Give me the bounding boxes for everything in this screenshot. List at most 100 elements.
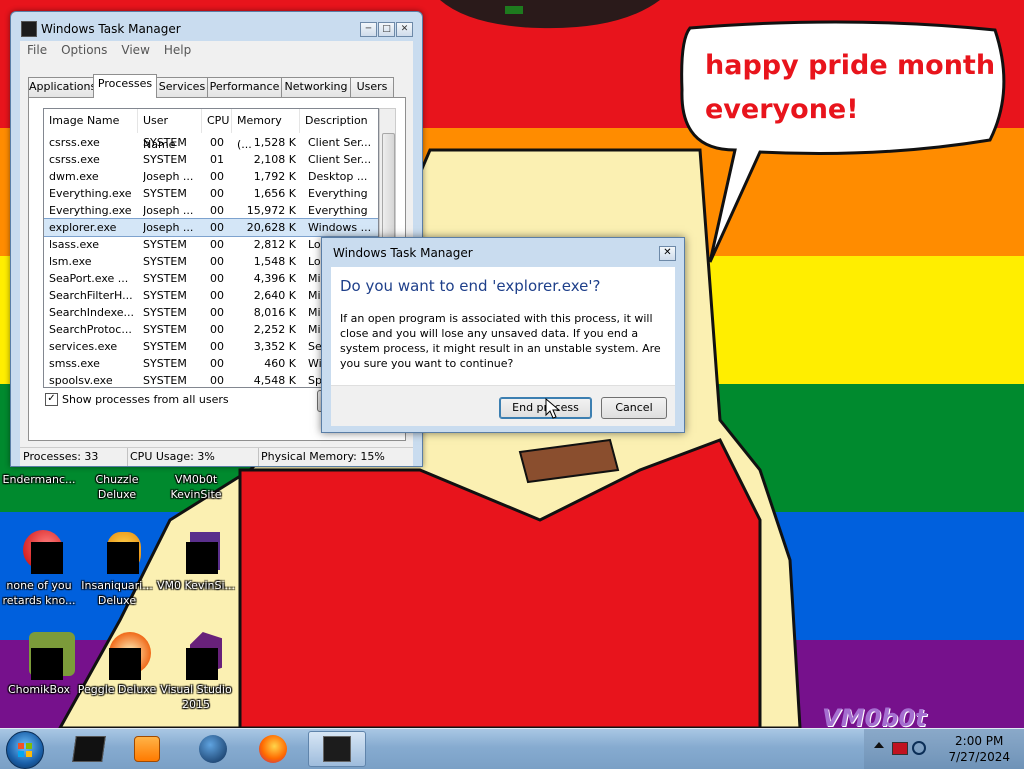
taskbar-browser[interactable] xyxy=(186,731,240,767)
column-header-image-name[interactable]: Image Name xyxy=(44,109,138,133)
process-cell-mem: 2,252 K xyxy=(253,323,296,336)
tab-users[interactable]: Users xyxy=(350,77,394,97)
desktop-icon-label: ChomikBox xyxy=(8,683,70,696)
menu-help[interactable]: Help xyxy=(157,41,198,59)
process-cell-user: SYSTEM xyxy=(143,153,187,166)
process-cell-user: Joseph ... xyxy=(143,170,194,183)
tab-applications[interactable]: Applications xyxy=(28,77,96,97)
tab-processes[interactable]: Processes xyxy=(93,74,157,98)
cancel-button[interactable]: Cancel xyxy=(601,397,667,419)
process-cell-image: smss.exe xyxy=(49,357,100,370)
scrollbar-thumb[interactable] xyxy=(382,133,395,245)
process-row[interactable]: Everything.exe Joseph ... 00 15,972 K Everyt… xyxy=(44,202,378,219)
process-cell-cpu: 00 xyxy=(210,306,224,319)
status-cpu-usage: CPU Usage: 3% xyxy=(127,448,259,466)
task-manager-icon xyxy=(21,21,37,37)
desktop-icon-label: VM0 KevinSi... xyxy=(156,579,235,592)
process-cell-image: csrss.exe xyxy=(49,153,100,166)
maximize-icon[interactable]: □ xyxy=(378,22,395,37)
desktop-icon-vm0-kevinsi[interactable]: VM0 KevinSi... xyxy=(156,528,236,593)
tab-services[interactable]: Services xyxy=(156,77,208,97)
process-row[interactable]: csrss.exe SYSTEM 00 1,528 K Client Ser... xyxy=(44,134,378,151)
menu-file[interactable]: File xyxy=(20,41,54,59)
process-cell-image: csrss.exe xyxy=(49,136,100,149)
process-cell-cpu: 00 xyxy=(210,357,224,370)
taskbar-task-manager[interactable] xyxy=(308,731,366,767)
terminal-icon xyxy=(72,736,106,762)
desktop-icon-visual-studio[interactable]: Visual Studio 2015 xyxy=(156,632,236,712)
caption-buttons: ─ □ ✕ xyxy=(360,22,413,37)
process-row[interactable]: csrss.exe SYSTEM 01 2,108 K Client Ser... xyxy=(44,151,378,168)
process-cell-cpu: 00 xyxy=(210,136,224,149)
title-bar[interactable]: Windows Task Manager ─ □ ✕ xyxy=(11,12,422,42)
menu-options[interactable]: Options xyxy=(54,41,114,59)
process-cell-user: Joseph ... xyxy=(143,221,194,234)
tray-expand-icon[interactable] xyxy=(874,742,884,748)
status-physical-memory: Physical Memory: 15% xyxy=(261,450,385,463)
dialog-title: Windows Task Manager xyxy=(333,246,473,260)
globe-icon xyxy=(199,735,227,763)
process-cell-cpu: 00 xyxy=(210,272,224,285)
process-row[interactable]: Everything.exe SYSTEM 00 1,656 K Everything xyxy=(44,185,378,202)
process-cell-user: SYSTEM xyxy=(143,238,187,251)
process-cell-mem: 20,628 K xyxy=(246,221,296,234)
app-icon xyxy=(172,632,222,680)
tab-networking[interactable]: Networking xyxy=(281,77,351,97)
desktop-icon-label: none of you retards kno... xyxy=(2,579,76,607)
tray-flag-icon[interactable] xyxy=(892,742,908,755)
desktop-icon-label: VM0b0t KevinSite xyxy=(170,473,222,501)
taskbar-media-player[interactable] xyxy=(120,731,174,767)
start-button[interactable] xyxy=(6,731,44,769)
clock-date: 7/27/2024 xyxy=(948,750,1010,764)
media-player-icon xyxy=(134,736,160,762)
firefox-icon xyxy=(259,735,287,763)
process-cell-cpu: 01 xyxy=(210,153,224,166)
checkbox-checked-icon[interactable]: ✓ xyxy=(45,393,58,406)
process-cell-user: SYSTEM xyxy=(143,255,187,268)
menu-bar: File Options View Help xyxy=(20,41,413,61)
column-header-description[interactable]: Description xyxy=(300,109,378,133)
menu-view[interactable]: View xyxy=(114,41,156,59)
volume-icon[interactable] xyxy=(912,741,926,755)
mouse-cursor-icon xyxy=(545,398,561,419)
process-cell-mem: 3,352 K xyxy=(253,340,296,353)
desktop-icon-label: Visual Studio 2015 xyxy=(160,683,232,711)
speech-bubble-text: happy pride month everyone! xyxy=(705,44,995,132)
column-header-user-name[interactable]: User Name xyxy=(138,109,202,151)
windows-logo-icon xyxy=(18,743,32,757)
minimize-icon[interactable]: ─ xyxy=(360,22,377,37)
process-cell-mem: 2,108 K xyxy=(253,153,296,166)
taskbar-terminal[interactable] xyxy=(62,731,116,767)
speech-bubble-line-1: happy pride month xyxy=(705,50,996,81)
process-row[interactable]: dwm.exe Joseph ... 00 1,792 K Desktop ... xyxy=(44,168,378,185)
close-icon[interactable]: ✕ xyxy=(659,246,676,261)
tab-performance[interactable]: Performance xyxy=(207,77,282,97)
desktop-icon-insaniquarium[interactable]: Insaniquari... Deluxe xyxy=(77,528,157,608)
process-cell-desc: Desktop ... xyxy=(308,170,368,183)
taskbar: 2:00 PM 7/27/2024 xyxy=(0,728,1024,769)
process-cell-desc: Client Ser... xyxy=(308,153,372,166)
process-cell-image: SearchFilterH... xyxy=(49,289,133,302)
process-cell-desc: Client Ser... xyxy=(308,136,372,149)
close-icon[interactable]: ✕ xyxy=(396,22,413,37)
desktop-icon-peggle[interactable]: Peggle Deluxe xyxy=(77,632,157,697)
desktop-icon-none-of-you[interactable]: none of you retards kno... xyxy=(0,528,79,608)
clock[interactable]: 2:00 PM 7/27/2024 xyxy=(948,733,1010,765)
process-cell-mem: 8,016 K xyxy=(253,306,296,319)
process-row[interactable]: explorer.exe Joseph ... 00 20,628 K Windows … xyxy=(44,218,378,237)
taskbar-firefox[interactable] xyxy=(246,731,300,767)
process-cell-cpu: 00 xyxy=(210,204,224,217)
dialog-content: Do you want to end 'explorer.exe'? If an… xyxy=(331,267,675,385)
show-all-processes-checkbox[interactable]: ✓ Show processes from all users xyxy=(45,393,229,406)
column-header-memory[interactable]: Memory (... xyxy=(232,109,300,151)
process-cell-image: Everything.exe xyxy=(49,204,132,217)
column-header-cpu[interactable]: CPU xyxy=(202,109,232,133)
dialog-footer: End process Cancel xyxy=(331,385,675,426)
process-cell-user: SYSTEM xyxy=(143,136,187,149)
process-cell-image: lsm.exe xyxy=(49,255,92,268)
app-icon xyxy=(15,528,63,576)
process-cell-mem: 1,528 K xyxy=(253,136,296,149)
desktop-icon-chomikbox[interactable]: ChomikBox xyxy=(0,632,79,697)
process-cell-user: SYSTEM xyxy=(143,272,187,285)
process-cell-mem: 1,548 K xyxy=(253,255,296,268)
